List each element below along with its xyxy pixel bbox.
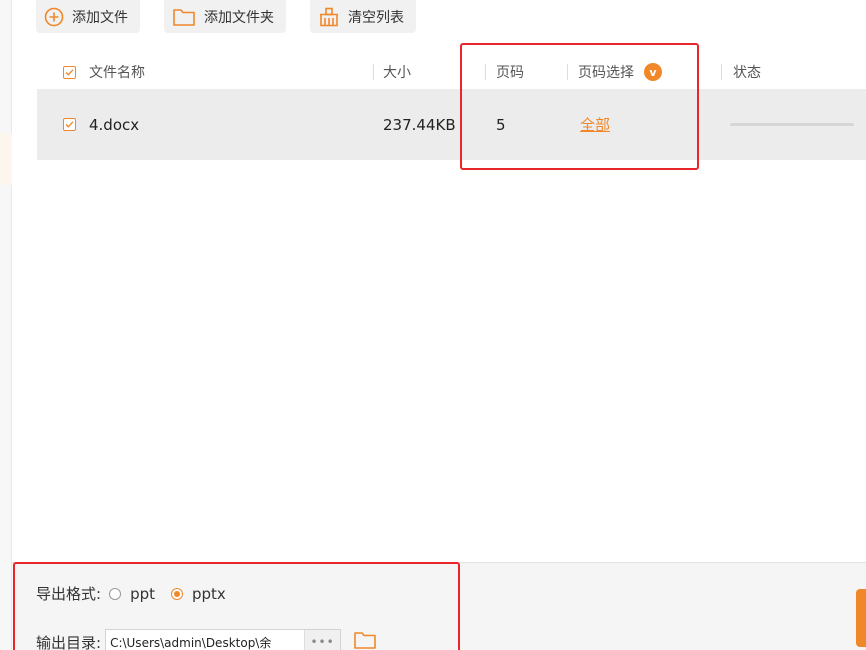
left-sidebar-edge: [0, 0, 12, 650]
column-divider[interactable]: [721, 64, 722, 80]
row-checkbox[interactable]: [63, 118, 76, 131]
row-file-size: 237.44KB: [383, 115, 456, 134]
page-select-dropdown-icon[interactable]: v: [644, 63, 662, 81]
row-file-name: 4.docx: [89, 115, 140, 134]
format-ppt-label: ppt: [130, 584, 155, 603]
start-convert-button[interactable]: [856, 589, 866, 647]
add-folder-button[interactable]: 添加文件夹: [164, 0, 286, 33]
select-all-checkbox[interactable]: [63, 65, 76, 79]
output-dir-row: 输出目录: C:\Users\admin\Desktop\余 •••: [36, 629, 377, 650]
add-file-button[interactable]: 添加文件: [36, 0, 140, 33]
table-row[interactable]: 4.docx 237.44KB 5 全部: [37, 89, 866, 160]
header-page-select: 页码选择 v: [578, 55, 662, 89]
format-pptx-label: pptx: [192, 584, 226, 603]
column-divider[interactable]: [567, 64, 568, 80]
column-divider[interactable]: [485, 64, 486, 80]
format-pptx-radio[interactable]: [171, 587, 183, 600]
page-select-all-link[interactable]: 全部: [580, 114, 610, 135]
output-dir-browse-button[interactable]: •••: [304, 630, 341, 650]
export-format-row: 导出格式: ppt pptx: [36, 583, 242, 604]
format-option-ppt[interactable]: ppt: [109, 585, 155, 603]
add-file-label: 添加文件: [72, 9, 128, 26]
row-page-select: 全部: [580, 89, 610, 160]
header-status: 状态: [733, 65, 761, 81]
header-file-name: 文件名称: [89, 65, 145, 81]
toolbar: 添加文件 添加文件夹 清空列表: [36, 0, 416, 33]
plus-circle-icon: [44, 7, 64, 27]
sidebar-selected-indicator: [0, 133, 12, 185]
header-size: 大小: [383, 65, 411, 81]
select-all-header: 文件名称: [63, 55, 145, 89]
header-page-select-label: 页码选择: [578, 65, 634, 81]
clear-list-button[interactable]: 清空列表: [310, 0, 416, 33]
format-ppt-radio[interactable]: [109, 587, 122, 600]
header-pages: 页码: [496, 65, 524, 81]
open-folder-icon[interactable]: [353, 630, 377, 650]
row-page-count: 5: [496, 115, 506, 134]
output-dir-value: C:\Users\admin\Desktop\余: [110, 635, 272, 650]
export-settings-panel: 导出格式: ppt pptx 输出目录: C:\Users\admin\Desk…: [12, 562, 866, 650]
folder-icon: [172, 7, 196, 27]
column-divider[interactable]: [373, 64, 374, 80]
broom-icon: [318, 7, 340, 27]
output-dir-field[interactable]: C:\Users\admin\Desktop\余 •••: [105, 629, 342, 650]
row-progress-bar: [730, 123, 854, 126]
format-option-pptx[interactable]: pptx: [171, 585, 226, 603]
file-table-header: 文件名称 大小 页码 页码选择 v 状态: [37, 55, 866, 89]
clear-list-label: 清空列表: [348, 9, 404, 26]
add-folder-label: 添加文件夹: [204, 9, 274, 26]
output-dir-label: 输出目录:: [36, 633, 102, 650]
row-name-cell: 4.docx: [63, 89, 139, 160]
export-format-label: 导出格式:: [36, 585, 102, 603]
